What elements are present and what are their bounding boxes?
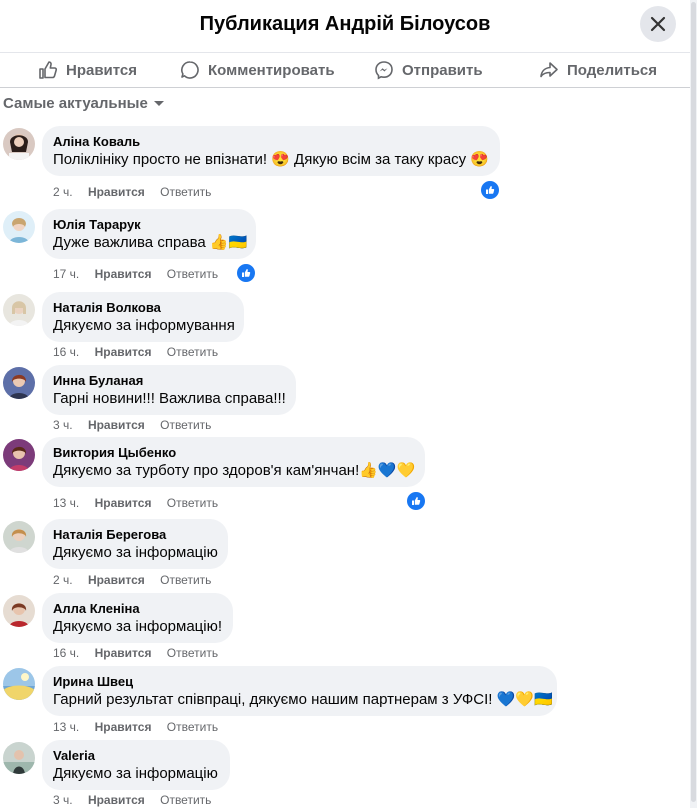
comment-text: Гарний результат співпраці, дякуємо наши…	[53, 691, 553, 708]
comment-meta: 2 ч. Нравится Ответить	[53, 573, 223, 587]
avatar[interactable]	[3, 128, 35, 160]
send-label: Отправить	[402, 61, 483, 79]
comment-author[interactable]: Valeria	[53, 748, 218, 764]
comment-reply-link[interactable]: Ответить	[160, 185, 211, 199]
comment-time[interactable]: 2 ч.	[53, 185, 73, 199]
comment-bubble: Аліна Коваль Поліклініку просто не впізн…	[42, 126, 500, 176]
like-button[interactable]: Нравится	[38, 57, 137, 83]
comment-time[interactable]: 16 ч.	[53, 646, 79, 660]
comment-text: Дуже важлива справа 👍🇺🇦	[53, 234, 248, 251]
comment-bubble: Наталія Волкова Дякуємо за інформування	[42, 292, 244, 342]
avatar[interactable]	[3, 595, 35, 627]
avatar[interactable]	[3, 294, 35, 326]
send-button[interactable]: Отправить	[374, 57, 483, 83]
comment-like-link[interactable]: Нравится	[88, 573, 145, 587]
comment-meta: 13 ч. Нравится Ответить	[53, 720, 230, 734]
comment-like-link[interactable]: Нравится	[88, 185, 145, 199]
comment-author[interactable]: Наталія Волкова	[53, 300, 232, 316]
comment-like-link[interactable]: Нравится	[88, 793, 145, 807]
like-reaction-icon[interactable]	[479, 179, 501, 201]
comment-like-link[interactable]: Нравится	[95, 646, 152, 660]
comment-meta: 16 ч. Нравится Ответить	[53, 646, 230, 660]
comment-author[interactable]: Наталія Берегова	[53, 527, 216, 543]
comment-bubble: Инна Буланая Гарні новини!!! Важлива спр…	[42, 365, 296, 415]
share-icon	[540, 62, 558, 78]
comment-text: Дякуємо за турботу про здоров'я кам'янча…	[53, 462, 416, 479]
dialog-title: Публикация Андрій Білоусов	[199, 13, 491, 35]
like-reaction-icon[interactable]	[235, 262, 257, 284]
comment-meta: 16 ч. Нравится Ответить	[53, 345, 230, 359]
like-label: Нравится	[66, 61, 138, 79]
comment-label: Комментировать	[208, 61, 335, 79]
scrollbar[interactable]	[690, 0, 697, 808]
comment-sort-dropdown[interactable]: Самые актуальные	[3, 95, 165, 112]
comment-text: Дякуємо за інформацію	[53, 765, 218, 782]
comment-like-link[interactable]: Нравится	[95, 496, 152, 510]
comment-meta: 13 ч. Нравится Ответить	[53, 496, 230, 510]
avatar[interactable]	[3, 521, 35, 553]
comment-meta: 17 ч. Нравится Ответить	[53, 267, 230, 281]
comment-reply-link[interactable]: Ответить	[160, 573, 211, 587]
comment-bubble: Valeria Дякуємо за інформацію	[42, 740, 230, 790]
avatar[interactable]	[3, 668, 35, 700]
comment-like-link[interactable]: Нравится	[95, 720, 152, 734]
comment-icon	[181, 61, 199, 79]
comment-time[interactable]: 3 ч.	[53, 793, 73, 807]
share-button[interactable]: Поделиться	[539, 57, 657, 83]
comment-text: Дякуємо за інформацію!	[53, 618, 223, 635]
comment-bubble: Наталія Берегова Дякуємо за інформацію	[42, 519, 228, 569]
comment-meta: 3 ч. Нравится Ответить	[53, 793, 223, 807]
comment-reply-link[interactable]: Ответить	[167, 646, 218, 660]
comment-text: Поліклініку просто не впізнати! 😍 Дякую …	[53, 151, 490, 168]
thumbs-up-icon	[39, 61, 58, 79]
dialog-header: Публикация Андрій Білоусов	[0, 0, 690, 53]
share-label: Поделиться	[567, 61, 658, 79]
comment-time[interactable]: 13 ч.	[53, 720, 79, 734]
close-button[interactable]	[640, 6, 676, 42]
comment-text: Дякуємо за інформацію	[53, 544, 218, 561]
comment-author[interactable]: Юлія Тарарук	[53, 217, 244, 233]
comment-reply-link[interactable]: Ответить	[160, 418, 211, 432]
sort-label: Самые актуальные	[3, 95, 148, 112]
avatar[interactable]	[3, 211, 35, 243]
comment-author[interactable]: Инна Буланая	[53, 373, 284, 389]
comment-author[interactable]: Виктория Цыбенко	[53, 445, 413, 461]
comment-meta: 3 ч. Нравится Ответить	[53, 418, 223, 432]
avatar[interactable]	[3, 742, 35, 774]
messenger-icon	[375, 61, 393, 80]
comment-reply-link[interactable]: Ответить	[167, 345, 218, 359]
comment-reply-link[interactable]: Ответить	[167, 267, 218, 281]
post-actions-bar: Нравится Комментировать Отправить Подели…	[0, 53, 690, 88]
comment-meta: 2 ч. Нравится Ответить	[53, 185, 223, 199]
comment-button[interactable]: Комментировать	[180, 57, 335, 83]
avatar[interactable]	[3, 439, 35, 471]
comment-time[interactable]: 17 ч.	[53, 267, 79, 281]
comment-reply-link[interactable]: Ответить	[160, 793, 211, 807]
scrollbar-thumb[interactable]	[691, 2, 696, 802]
comment-text: Гарні новини!!! Важлива справа!!!	[53, 390, 286, 407]
comment-time[interactable]: 13 ч.	[53, 496, 79, 510]
comment-author[interactable]: Аліна Коваль	[53, 134, 488, 150]
comment-time[interactable]: 2 ч.	[53, 573, 73, 587]
close-icon	[650, 16, 666, 32]
comment-author[interactable]: Ирина Швец	[53, 674, 545, 690]
comment-like-link[interactable]: Нравится	[88, 418, 145, 432]
comment-bubble: Виктория Цыбенко Дякуємо за турботу про …	[42, 437, 425, 487]
comment-bubble: Ирина Швец Гарний результат співпраці, д…	[42, 666, 557, 716]
avatar[interactable]	[3, 367, 35, 399]
comment-bubble: Юлія Тарарук Дуже важлива справа 👍🇺🇦	[42, 209, 256, 259]
comment-author[interactable]: Алла Кленіна	[53, 601, 221, 617]
comment-like-link[interactable]: Нравится	[95, 267, 152, 281]
comment-like-link[interactable]: Нравится	[95, 345, 152, 359]
comment-bubble: Алла Кленіна Дякуємо за інформацію!	[42, 593, 233, 643]
comment-reply-link[interactable]: Ответить	[167, 720, 218, 734]
comment-reply-link[interactable]: Ответить	[167, 496, 218, 510]
comment-time[interactable]: 16 ч.	[53, 345, 79, 359]
caret-down-icon	[153, 100, 164, 106]
comment-text: Дякуємо за інформування	[53, 317, 235, 334]
like-reaction-icon[interactable]	[405, 490, 427, 512]
comment-time[interactable]: 3 ч.	[53, 418, 73, 432]
